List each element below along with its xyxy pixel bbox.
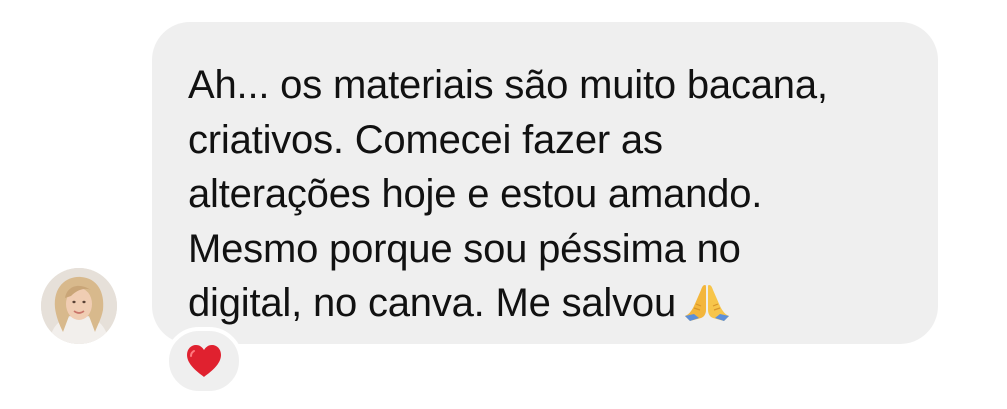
message-line: Mesmo porque sou péssima no	[188, 226, 741, 271]
message-line: alterações hoje e estou amando.	[188, 172, 763, 216]
reaction-badge[interactable]	[165, 327, 243, 395]
avatar[interactable]	[41, 268, 117, 344]
message-line-last: digital, no canva. Me salvou	[188, 276, 904, 331]
profile-photo	[41, 268, 117, 344]
message-bubble[interactable]: Ah... os materiais são muito bacana, cri…	[152, 22, 938, 344]
message-line: criativos. Comecei fazer as	[188, 117, 663, 162]
folded-hands-icon	[684, 282, 730, 322]
red-heart-icon	[187, 345, 221, 377]
message-text: Ah... os materiais são muito bacana, cri…	[188, 58, 904, 331]
message-line-text: digital, no canva. Me salvou	[188, 281, 677, 325]
chat-message-row: Ah... os materiais são muito bacana, cri…	[0, 0, 1007, 409]
message-line: Ah... os materiais são muito bacana,	[188, 63, 828, 107]
